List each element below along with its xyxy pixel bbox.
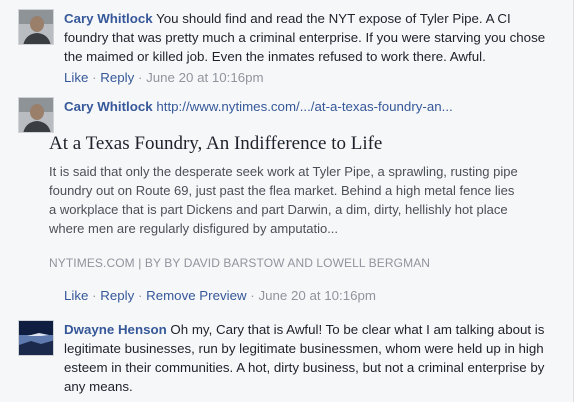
preview-title[interactable]: At a Texas Foundry, An Indifference to L… bbox=[49, 132, 519, 156]
preview-description: It is said that only the desperate seek … bbox=[49, 164, 518, 236]
separator: · bbox=[137, 70, 143, 85]
avatar-cary-whitlock[interactable] bbox=[18, 97, 54, 133]
comment-cary-1: Cary Whitlock You should find and read t… bbox=[18, 9, 558, 87]
shared-link[interactable]: http://www.nytimes.com/.../at-a-texas-fo… bbox=[156, 99, 452, 114]
comment-cary-2: Cary Whitlock http://www.nytimes.com/...… bbox=[18, 97, 558, 305]
separator: · bbox=[92, 288, 97, 303]
timestamp-link[interactable]: June 20 at 10:16pm bbox=[258, 288, 376, 303]
separator: · bbox=[250, 288, 255, 303]
timestamp-link[interactable]: June 20 at 10:16pm bbox=[146, 70, 264, 85]
comment-actions: Like · Reply · Remove Preview · June 20 … bbox=[64, 286, 558, 305]
comment-actions: Like · Reply · June 20 at 10:16pm bbox=[64, 68, 558, 87]
reply-button[interactable]: Reply bbox=[100, 288, 134, 303]
separator: · bbox=[137, 288, 143, 303]
avatar-cary-whitlock[interactable] bbox=[18, 9, 54, 45]
link-preview-card[interactable]: At a Texas Foundry, An Indifference to L… bbox=[49, 132, 519, 270]
comment-author[interactable]: Dwayne Henson bbox=[64, 322, 167, 337]
remove-preview-button[interactable]: Remove Preview bbox=[146, 288, 247, 303]
comment-author[interactable]: Cary Whitlock bbox=[64, 99, 153, 114]
separator: · bbox=[92, 70, 97, 85]
preview-source: NYTIMES.COM | BY BY DAVID BARSTOW AND LO… bbox=[49, 256, 431, 270]
avatar-dwayne-henson[interactable] bbox=[18, 320, 54, 356]
comment-dwayne: Dwayne Henson Oh my, Cary that is Awful!… bbox=[18, 320, 558, 396]
comment-author[interactable]: Cary Whitlock bbox=[64, 11, 153, 26]
like-button[interactable]: Like bbox=[64, 70, 88, 85]
reply-button[interactable]: Reply bbox=[100, 70, 134, 85]
like-button[interactable]: Like bbox=[64, 288, 88, 303]
